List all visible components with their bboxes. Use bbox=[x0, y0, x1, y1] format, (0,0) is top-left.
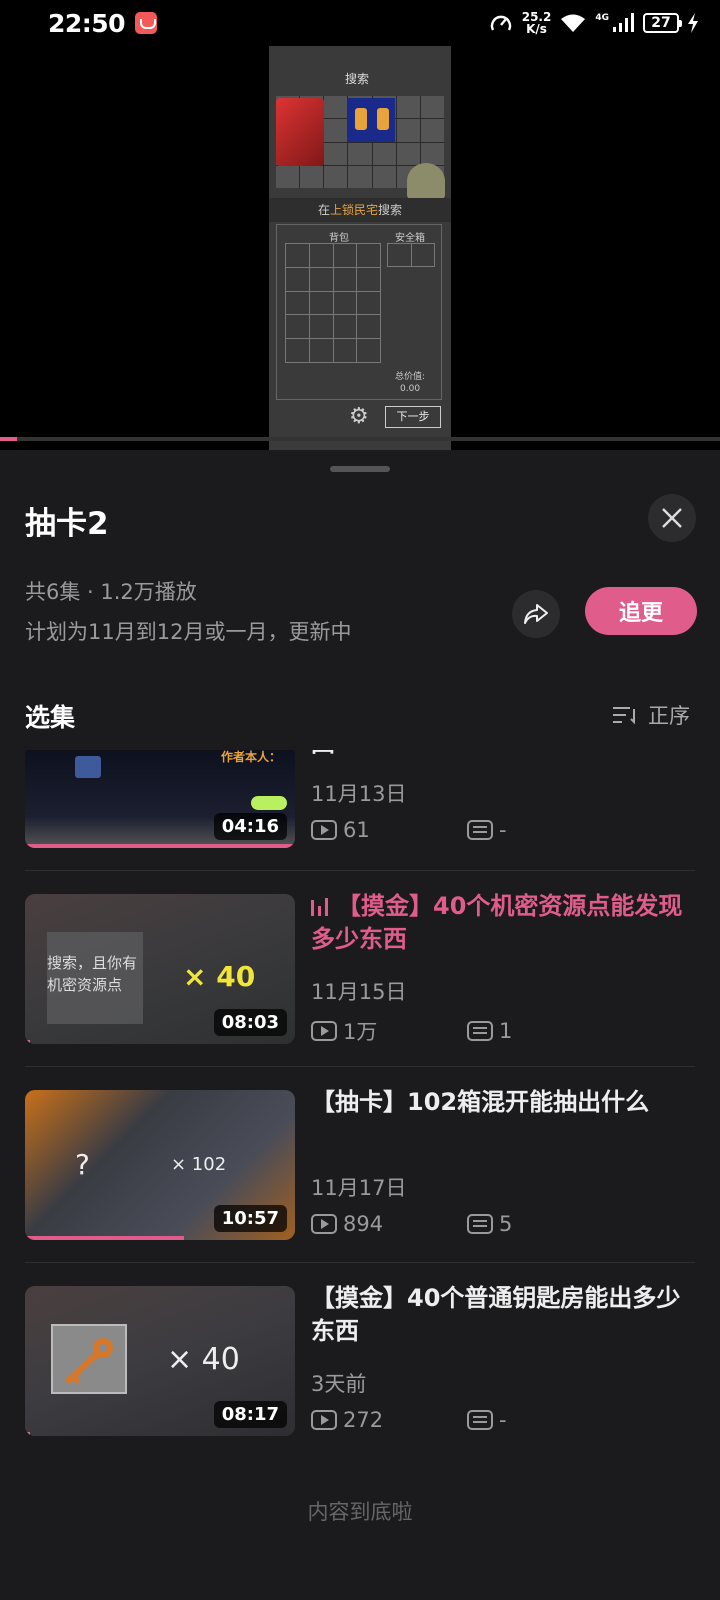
status-icons: 25.2 K/s 4G 27 bbox=[489, 11, 698, 35]
video-progress-fill bbox=[0, 437, 18, 441]
bag-grid bbox=[285, 243, 381, 363]
gear-icon: ⚙ bbox=[349, 404, 369, 429]
play-count-icon bbox=[311, 1021, 337, 1041]
episode-thumbnail: 搜索，且你有 机密资源点 × 40 08:03 bbox=[25, 894, 295, 1044]
episode-title: 四 bbox=[311, 750, 695, 761]
charging-icon bbox=[688, 13, 698, 33]
app-notification-icon bbox=[135, 12, 158, 34]
episode-stats: 272 - bbox=[311, 1408, 507, 1432]
play-count-icon bbox=[311, 820, 337, 840]
episode-duration: 10:57 bbox=[213, 1205, 287, 1232]
signal-icon bbox=[613, 13, 634, 32]
collection-description: 计划为11月到12月或一月，更新中 bbox=[25, 620, 352, 644]
data-saver-icon bbox=[490, 15, 511, 31]
status-bar: 22:50 25.2 K/s 4G 27 bbox=[0, 0, 720, 46]
share-button[interactable] bbox=[512, 590, 560, 638]
wifi-icon bbox=[561, 14, 586, 32]
episode-date: 11月17日 bbox=[311, 1176, 407, 1200]
divider bbox=[25, 870, 695, 871]
watch-progress-bar bbox=[25, 1432, 31, 1436]
episode-title: 【抽卡】102箱混开能抽出什么 bbox=[311, 1088, 650, 1116]
close-button[interactable] bbox=[648, 494, 696, 542]
video-player[interactable]: 搜索 在上锁民宅搜索 背包 安全箱 总价值: 0.00 ⚙ 下一步 bbox=[0, 46, 720, 450]
safe-grid bbox=[387, 243, 435, 267]
episode-item[interactable]: 搜索，且你有 机密资源点 × 40 08:03 【摸金】40个机密资源点能发现多… bbox=[0, 892, 720, 1094]
episode-duration: 04:16 bbox=[213, 813, 287, 840]
episode-duration: 08:03 bbox=[213, 1009, 287, 1036]
share-icon bbox=[524, 604, 548, 624]
danmaku-count: 5 bbox=[467, 1212, 512, 1236]
danmaku-icon bbox=[467, 1410, 493, 1430]
play-count: 894 bbox=[311, 1212, 383, 1236]
game-next-button: 下一步 bbox=[385, 406, 441, 428]
episode-date: 3天前 bbox=[311, 1372, 367, 1396]
now-playing-icon bbox=[311, 896, 329, 916]
safe-label: 安全箱 bbox=[395, 233, 425, 244]
network-speed: 25.2 K/s bbox=[521, 10, 552, 36]
play-count-icon bbox=[311, 1410, 337, 1430]
collection-stats: 共6集 · 1.2万播放 bbox=[25, 580, 197, 604]
episode-sheet: 抽卡2 共6集 · 1.2万播放 计划为11月到12月或一月，更新中 追更 选集… bbox=[0, 450, 720, 1600]
game-inventory-panel: 背包 安全箱 总价值: 0.00 bbox=[276, 224, 442, 400]
network-type: 4G bbox=[595, 13, 609, 23]
game-item-lanterns bbox=[347, 98, 395, 142]
end-of-list-text: 内容到底啦 bbox=[307, 1500, 413, 1524]
episodes-heading: 选集 bbox=[25, 703, 76, 732]
divider bbox=[25, 1262, 695, 1263]
watch-progress-bar bbox=[25, 1040, 31, 1044]
danmaku-icon bbox=[467, 820, 493, 840]
play-count: 1万 bbox=[311, 1016, 377, 1046]
play-count: 61 bbox=[311, 818, 370, 842]
game-character-avatar bbox=[407, 163, 445, 199]
danmaku-icon bbox=[467, 1214, 493, 1234]
episode-thumbnail: ? × 102 10:57 bbox=[25, 1090, 295, 1240]
episode-stats: 894 5 bbox=[311, 1212, 512, 1236]
episode-item[interactable]: × 40 08:17 【摸金】40个普通钥匙房能出多少东西 3天前 272 - bbox=[0, 1284, 720, 1486]
collection-title: 抽卡2 bbox=[25, 506, 109, 542]
key-icon bbox=[64, 1338, 113, 1385]
battery-icon: 27 bbox=[643, 13, 682, 33]
episode-duration: 08:17 bbox=[213, 1401, 287, 1428]
play-count: 272 bbox=[311, 1408, 383, 1432]
episode-item[interactable]: ? × 102 10:57 【抽卡】102箱混开能抽出什么 11月17日 894… bbox=[0, 1088, 720, 1290]
danmaku-count: - bbox=[467, 818, 507, 842]
game-location-text: 在上锁民宅搜索 bbox=[269, 198, 451, 222]
follow-series-button[interactable]: 追更 bbox=[585, 587, 697, 635]
danmaku-count: - bbox=[467, 1408, 507, 1432]
watch-progress-bar bbox=[25, 1236, 185, 1240]
episode-stats: 61 - bbox=[311, 818, 507, 842]
clock: 22:50 bbox=[48, 8, 126, 38]
video-frame: 搜索 在上锁民宅搜索 背包 安全箱 总价值: 0.00 ⚙ 下一步 bbox=[269, 46, 451, 450]
episode-title-playing: 【摸金】40个机密资源点能发现多少东西 bbox=[311, 892, 683, 953]
game-search-label: 搜索 bbox=[345, 72, 370, 86]
danmaku-icon bbox=[467, 1021, 493, 1041]
watch-progress-bar bbox=[25, 844, 295, 848]
total-value: 总价值: 0.00 bbox=[395, 372, 426, 394]
sort-order-button[interactable]: 正序 bbox=[612, 700, 690, 730]
video-progress-bar[interactable] bbox=[0, 437, 720, 441]
bag-label: 背包 bbox=[329, 233, 349, 244]
play-count-icon bbox=[311, 1214, 337, 1234]
close-icon bbox=[662, 508, 682, 528]
sort-icon bbox=[613, 707, 635, 725]
episode-list: 作者本人： 04:16 四 11月13日 61 - bbox=[0, 750, 720, 1550]
episode-thumbnail: 作者本人： 04:16 bbox=[25, 750, 295, 848]
divider bbox=[25, 1066, 695, 1067]
episode-thumbnail: × 40 08:17 bbox=[25, 1286, 295, 1436]
sheet-drag-handle[interactable] bbox=[330, 466, 390, 472]
episode-stats: 1万 1 bbox=[311, 1016, 512, 1046]
episode-date: 11月15日 bbox=[311, 980, 407, 1004]
game-item-red-canister bbox=[276, 98, 324, 166]
danmaku-count: 1 bbox=[467, 1019, 512, 1043]
episode-date: 11月13日 bbox=[311, 782, 407, 806]
episode-title: 【摸金】40个普通钥匙房能出多少东西 bbox=[311, 1284, 681, 1345]
